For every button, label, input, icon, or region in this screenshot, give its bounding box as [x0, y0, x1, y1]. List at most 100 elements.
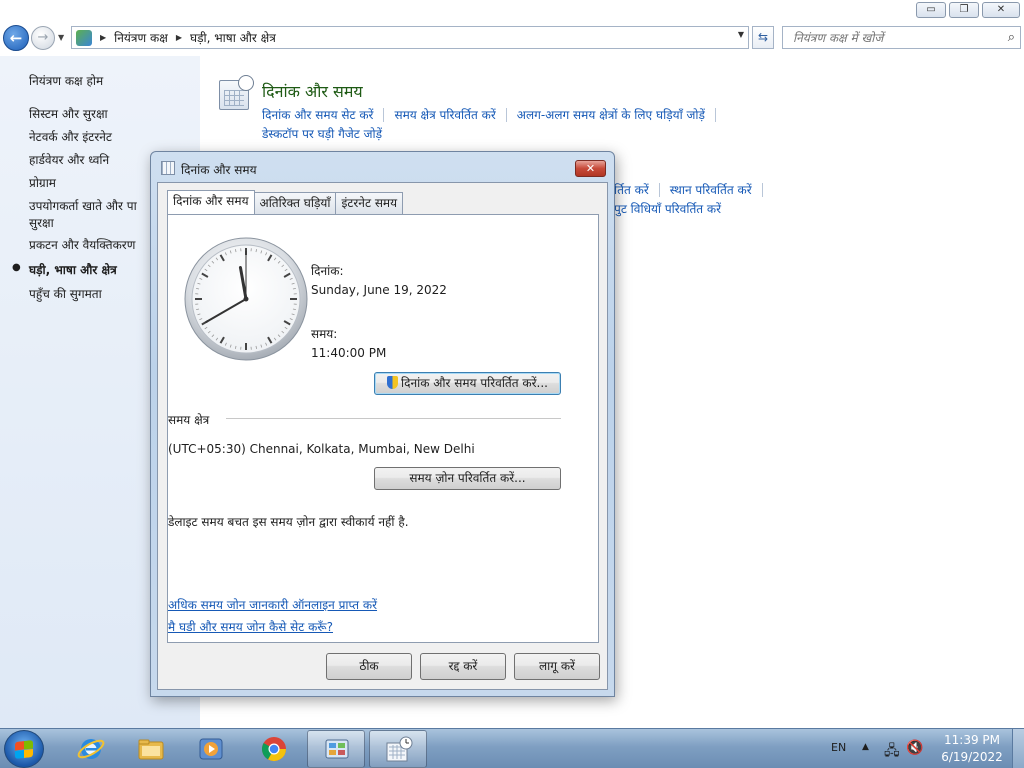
show-hidden-icons[interactable]: ▲: [862, 742, 869, 768]
analog-clock: [184, 237, 308, 361]
chevron-right-icon[interactable]: ▶: [176, 33, 182, 42]
search-icon[interactable]: ⌕: [1008, 30, 1015, 45]
sidebar-item-programs[interactable]: प्रोग्राम: [29, 174, 56, 191]
windows-logo-icon: [15, 740, 33, 759]
close-window-button[interactable]: ✕: [982, 2, 1020, 18]
divider: [505, 107, 507, 122]
timezone-divider: [226, 418, 561, 419]
show-desktop-button[interactable]: [1012, 729, 1024, 768]
date-label: दिनांक:: [311, 264, 344, 278]
folder-icon: [138, 739, 164, 760]
divider: [714, 107, 716, 122]
divider: [658, 182, 660, 197]
tab-internet-time[interactable]: इंटरनेट समय: [335, 192, 404, 214]
taskbar-file-explorer[interactable]: [122, 730, 180, 768]
sidebar-item-control-panel-home[interactable]: नियंत्रण कक्ष होम: [29, 72, 103, 89]
taskbar-media-player[interactable]: [182, 730, 240, 768]
timezone-heading-wrap: समय क्षेत्र: [168, 411, 228, 428]
address-bar[interactable]: ▶ नियंत्रण कक्ष ▶ घड़ी, भाषा और क्षेत्र …: [71, 26, 749, 49]
breadcrumb-control-panel[interactable]: नियंत्रण कक्ष: [114, 29, 168, 46]
internet-explorer-icon: [77, 739, 105, 759]
tab-additional-clocks[interactable]: अतिरिक्त घड़ियाँ: [253, 192, 337, 214]
link-change-input-methods[interactable]: पुट विधियाँ परिवर्तित करें: [614, 200, 721, 217]
change-timezone-button[interactable]: समय ज़ोन परिवर्तित करें...: [374, 467, 561, 490]
timezone-heading: समय क्षेत्र: [168, 413, 210, 427]
taskbar-date-time[interactable]: [369, 730, 427, 768]
link-set-date-time[interactable]: दिनांक और समय सेट करें: [262, 106, 373, 123]
language-indicator[interactable]: EN: [831, 741, 846, 768]
taskbar: EN ▲ 🖧 🔇 11:39 PM 6/19/2022: [0, 728, 1024, 768]
back-button[interactable]: ←: [3, 25, 29, 51]
sidebar-item-system-security[interactable]: सिस्टम और सुरक्षा: [29, 105, 108, 122]
category-links-row-3: र्तित करें स्थान परिवर्तित करें: [614, 181, 773, 198]
tab-date-and-time[interactable]: दिनांक और समय: [167, 190, 255, 214]
category-title-date-time[interactable]: दिनांक और समय: [262, 80, 363, 102]
sidebar-item-hardware-sound[interactable]: हार्डवेयर और ध्वनि: [29, 151, 109, 168]
taskbar-internet-explorer[interactable]: [62, 730, 120, 768]
chevron-right-icon[interactable]: ▶: [100, 33, 106, 42]
sidebar-item-appearance[interactable]: प्रकटन और वैयक्तिकरण: [29, 236, 135, 253]
navigation-bar: ← → ▼ ▶ नियंत्रण कक्ष ▶ घड़ी, भाषा और क्…: [0, 24, 1024, 52]
arrow-right-icon: →: [37, 30, 49, 45]
search-box[interactable]: ⌕: [782, 26, 1021, 49]
arrow-left-icon: ←: [9, 29, 23, 47]
ok-button[interactable]: ठीक: [326, 653, 412, 680]
sidebar-item-ease-of-access[interactable]: पहुँच की सुगमता: [29, 285, 102, 302]
taskbar-control-panel[interactable]: [307, 730, 365, 768]
link-change-formats[interactable]: र्तित करें: [614, 181, 649, 198]
control-panel-icon: [325, 739, 349, 759]
change-date-time-button[interactable]: दिनांक और समय परिवर्तित करें...: [374, 372, 561, 395]
link-add-clock-gadget[interactable]: डेस्कटॉप पर घड़ी गैजेट जोड़ें: [262, 125, 382, 142]
link-add-clocks[interactable]: अलग-अलग समय क्षेत्रों के लिए घड़ियाँ जोड…: [517, 106, 705, 123]
date-time-dialog: दिनांक और समय ✕ दिनांक और समय अतिरिक्त घ…: [150, 151, 615, 697]
forward-button[interactable]: →: [31, 26, 55, 50]
dialog-body: दिनांक और समय अतिरिक्त घड़ियाँ इंटरनेट स…: [157, 182, 608, 690]
active-bullet-icon: ●: [12, 262, 21, 273]
link-more-timezone-info[interactable]: अधिक समय जोन जानकारी ऑनलाइन प्राप्त करें: [168, 596, 377, 613]
apply-button[interactable]: लागू करें: [514, 653, 600, 680]
time-label: समय:: [311, 327, 338, 341]
date-time-category-icon: [219, 75, 254, 110]
sidebar-item-user-accounts[interactable]: उपयोगकर्ता खाते और पा: [29, 197, 137, 214]
refresh-button[interactable]: ⇆: [752, 26, 774, 49]
timezone-value: (UTC+05:30) Chennai, Kolkata, Mumbai, Ne…: [168, 442, 475, 456]
link-how-set-clock[interactable]: मै घडी और समय जोन कैसे सेट करूँ?: [168, 618, 333, 635]
divider: [761, 182, 763, 197]
uac-shield-icon: [386, 376, 398, 389]
link-change-time-zone[interactable]: समय क्षेत्र परिवर्तित करें: [394, 106, 495, 123]
calendar-clock-icon: [386, 736, 413, 762]
start-button[interactable]: [4, 730, 44, 768]
time-value: 11:40:00 PM: [311, 346, 387, 360]
category-links-row-4: पुट विधियाँ परिवर्तित करें: [614, 200, 721, 217]
taskbar-chrome[interactable]: [245, 730, 303, 768]
sidebar-item-clock-language-region[interactable]: घड़ी, भाषा और क्षेत्र: [29, 261, 117, 278]
chevron-down-icon: ▼: [58, 33, 65, 42]
search-input[interactable]: [783, 27, 993, 48]
recent-pages-dropdown[interactable]: ▼: [58, 33, 64, 42]
address-dropdown-icon[interactable]: ▼: [738, 30, 744, 39]
window-caption-buttons: ▭ ❐ ✕: [916, 2, 1020, 18]
breadcrumb-clock-language-region[interactable]: घड़ी, भाषा और क्षेत्र: [190, 29, 276, 46]
calendar-icon: [161, 161, 175, 175]
sidebar-item-user-accounts-security[interactable]: सुरक्षा: [29, 214, 54, 231]
refresh-icon: ⇆: [757, 30, 769, 44]
link-change-location[interactable]: स्थान परिवर्तित करें: [670, 181, 752, 198]
clock-center: [243, 296, 249, 302]
minimize-button[interactable]: ▭: [916, 2, 946, 18]
cancel-button[interactable]: रद्द करें: [420, 653, 506, 680]
clock-date[interactable]: 6/19/2022: [938, 750, 1006, 768]
triangle-up-icon: ▲: [862, 742, 869, 752]
network-icon[interactable]: 🖧: [884, 740, 900, 768]
dialog-close-button[interactable]: ✕: [575, 160, 606, 177]
restore-button[interactable]: ❐: [949, 2, 979, 18]
dialog-title: दिनांक और समय: [181, 163, 257, 177]
date-value: Sunday, June 19, 2022: [311, 283, 447, 297]
change-date-time-label: दिनांक और समय परिवर्तित करें...: [400, 376, 548, 390]
volume-muted-icon[interactable]: 🔇: [906, 740, 923, 768]
dialog-tabs: दिनांक और समय अतिरिक्त घड़ियाँ इंटरनेट स…: [167, 190, 404, 214]
category-links-row-1: दिनांक और समय सेट करें समय क्षेत्र परिवर…: [262, 106, 726, 123]
sidebar-item-network-internet[interactable]: नेटवर्क और इंटरनेट: [29, 128, 112, 145]
control-panel-icon: [76, 29, 92, 46]
divider: [383, 107, 385, 122]
tab-panel-date-and-time: दिनांक: Sunday, June 19, 2022 समय: 11:40…: [167, 214, 599, 643]
